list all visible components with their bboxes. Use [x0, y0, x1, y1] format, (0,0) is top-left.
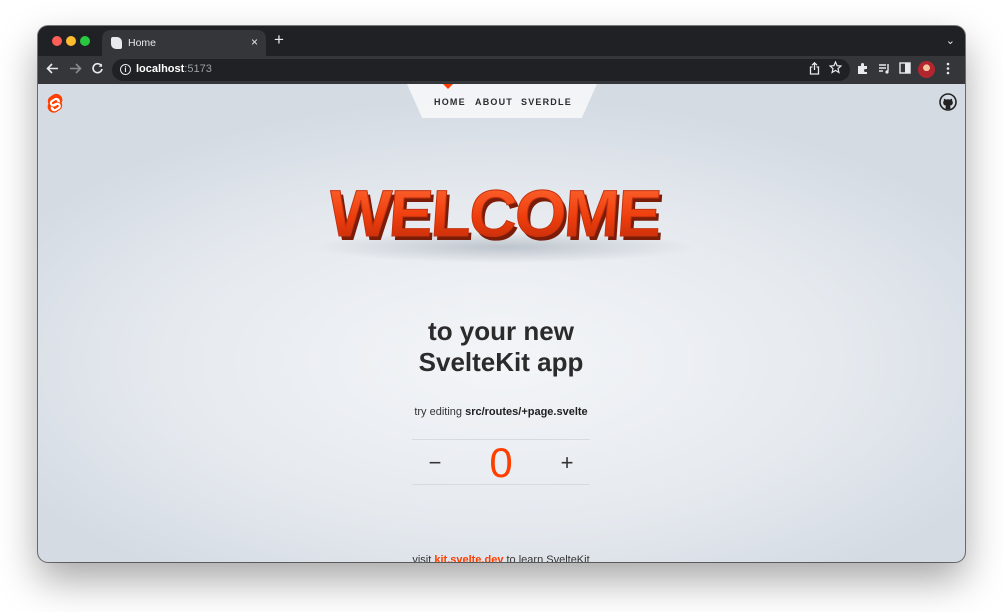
- sidepanel-icon[interactable]: [899, 62, 911, 78]
- url-port: :5173: [184, 63, 212, 75]
- reload-icon[interactable]: [91, 62, 104, 79]
- star-icon[interactable]: [828, 60, 843, 77]
- tagline-line-1: to your new: [428, 316, 574, 346]
- tab-search-chevron-icon[interactable]: ⌄: [946, 34, 955, 47]
- browser-toolbar: i localhost:5173: [38, 56, 965, 84]
- increment-button[interactable]: +: [547, 446, 587, 480]
- url-text[interactable]: localhost:5173: [136, 63, 212, 75]
- url-host: localhost: [136, 63, 185, 75]
- media-icon[interactable]: [878, 62, 891, 79]
- share-icon[interactable]: [809, 61, 820, 78]
- menu-icon[interactable]: [946, 62, 950, 79]
- footer-prefix: visit: [412, 554, 435, 562]
- maximize-window-button[interactable]: [80, 36, 90, 46]
- footer-text: visit kit.svelte.dev to learn SvelteKit: [351, 554, 651, 562]
- tab-title: Home: [128, 37, 157, 49]
- counter: − 0 +: [412, 439, 590, 486]
- address-bar[interactable]: i localhost:5173: [112, 59, 850, 81]
- back-arrow-icon[interactable]: [46, 62, 59, 79]
- active-nav-indicator: [443, 84, 453, 89]
- browser-window: Home × + ⌄ i localhost:5173 HOME ABOUT S…: [38, 26, 965, 562]
- counter-value: 0: [489, 439, 513, 486]
- new-tab-button[interactable]: +: [274, 31, 284, 49]
- minimize-window-button[interactable]: [66, 36, 76, 46]
- nav-link-sverdle[interactable]: SVERDLE: [521, 97, 572, 107]
- decrement-button[interactable]: −: [415, 446, 455, 480]
- footer-suffix: to learn SvelteKit: [503, 554, 590, 562]
- tab-home[interactable]: Home ×: [102, 30, 266, 56]
- nav-link-home[interactable]: HOME: [434, 97, 466, 107]
- site-info-icon[interactable]: i: [120, 64, 131, 75]
- page-tagline: to your new SvelteKit app: [351, 316, 651, 378]
- forward-arrow-icon[interactable]: [69, 62, 82, 79]
- edit-hint-prefix: try editing: [414, 406, 466, 418]
- tagline-line-2: SvelteKit app: [418, 347, 584, 377]
- profile-avatar[interactable]: [918, 61, 935, 78]
- edit-hint-path: src/routes/+page.svelte: [465, 406, 588, 418]
- tab-strip: Home × + ⌄: [38, 26, 965, 56]
- edit-hint: try editing src/routes/+page.svelte: [351, 406, 651, 418]
- nav-link-about[interactable]: ABOUT: [475, 97, 513, 107]
- welcome-hero-image: WELCOME WELCOME: [294, 144, 704, 274]
- svelte-logo-icon[interactable]: [46, 92, 64, 114]
- github-icon[interactable]: [939, 93, 957, 111]
- svelte-favicon-icon: [111, 37, 122, 49]
- welcome-text-front: WELCOME: [326, 177, 662, 251]
- tab-close-icon[interactable]: ×: [251, 35, 258, 49]
- close-window-button[interactable]: [52, 36, 62, 46]
- extensions-icon[interactable]: [856, 62, 869, 79]
- footer-link-kit-svelte[interactable]: kit.svelte.dev: [434, 554, 503, 562]
- page-content: HOME ABOUT SVERDLE WELCOME WELCOME to yo…: [38, 84, 965, 562]
